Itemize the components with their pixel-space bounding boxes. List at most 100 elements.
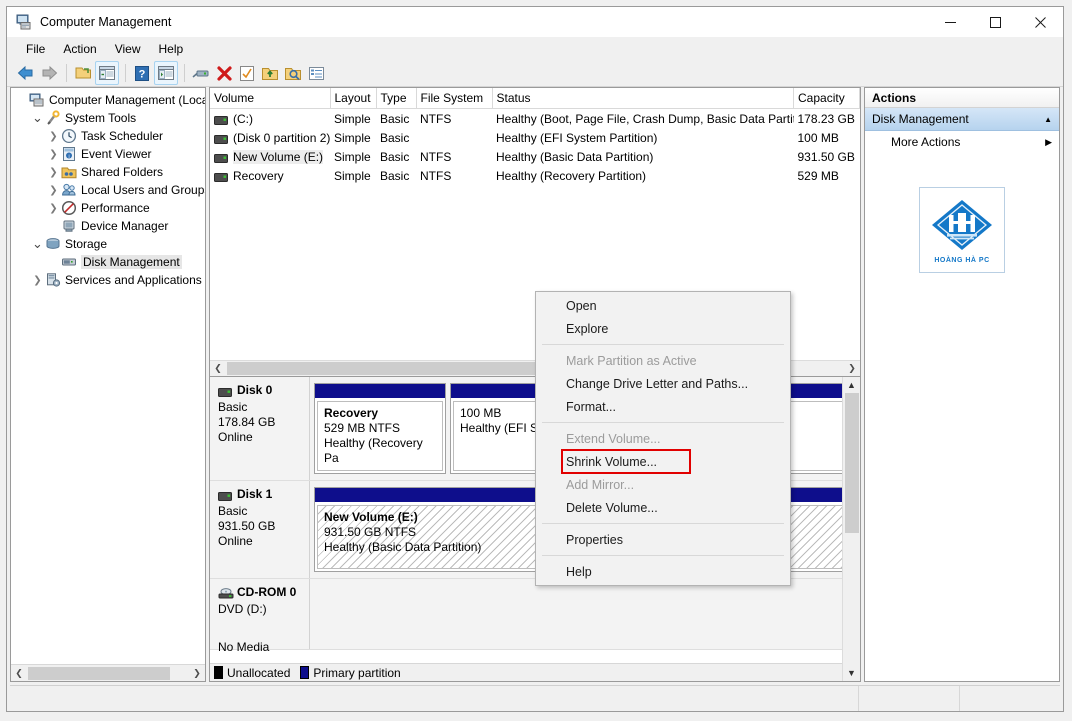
volume-row[interactable]: (C:) Simple Basic NTFS Healthy (Boot, Page F… <box>210 109 860 129</box>
forward-icon[interactable] <box>38 62 60 84</box>
actions-group-disk-management[interactable]: Disk Management ▲ <box>865 108 1059 131</box>
column-file-system[interactable]: File System <box>416 88 493 109</box>
chevron-right-icon[interactable]: ❯ <box>46 149 61 160</box>
tree-item-computer-management-local[interactable]: Computer Management (Local <box>11 91 205 109</box>
tree-scroll-left-button[interactable]: ❮ <box>11 665 27 681</box>
delete-icon[interactable] <box>213 62 235 84</box>
disk-info[interactable]: CD-ROM 0 DVD (D:) No Media <box>210 579 310 654</box>
computer-management-window: Computer Management File Action View Hel… <box>6 6 1064 712</box>
rescan-disks-icon[interactable] <box>282 62 304 84</box>
menu-item-open[interactable]: Open <box>536 294 790 317</box>
column-status[interactable]: Status <box>492 88 794 109</box>
brand-logo: HOÀNG HÀ PC <box>919 187 1005 273</box>
actions-group-label: Disk Management <box>872 112 969 126</box>
tree-scroll-thumb[interactable] <box>28 666 170 680</box>
volume-cell-name: New Volume (E:) <box>210 147 330 166</box>
chevron-down-icon[interactable]: ⌄ <box>30 111 45 124</box>
tree-scroll-right-button[interactable]: ❯ <box>189 665 205 681</box>
menu-separator <box>542 344 784 345</box>
event-viewer-icon: i <box>61 146 77 162</box>
tree-item-system-tools[interactable]: ⌄ System Tools <box>11 109 205 127</box>
chevron-right-icon[interactable]: ❯ <box>46 203 61 214</box>
graph-scroll-down-button[interactable]: ▼ <box>843 665 860 681</box>
column-type[interactable]: Type <box>376 88 417 109</box>
tree-item-disk-management[interactable]: Disk Management <box>11 253 205 271</box>
chevron-right-icon[interactable]: ❯ <box>46 131 61 142</box>
menu-item-format[interactable]: Format... <box>536 395 790 418</box>
menu-item-delete-volume[interactable]: Delete Volume... <box>536 496 790 519</box>
menu-item-explore[interactable]: Explore <box>536 317 790 340</box>
tree-item-label: Computer Management (Local <box>49 93 205 107</box>
export-list-icon[interactable] <box>259 62 281 84</box>
chevron-down-icon[interactable]: ⌄ <box>30 237 45 250</box>
back-icon[interactable] <box>15 62 37 84</box>
volume-cell-type: Basic <box>380 130 410 145</box>
tree-item-device-manager[interactable]: Device Manager <box>11 217 205 235</box>
graphical-view-vertical-scrollbar[interactable]: ▲ ▼ <box>842 377 860 681</box>
disk-info[interactable]: Disk 0 Basic 178.84 GB Online <box>210 377 310 480</box>
disk-info[interactable]: Disk 1 Basic 931.50 GB Online <box>210 481 310 578</box>
column-capacity[interactable]: Capacity <box>793 88 860 109</box>
disk-management-icon <box>61 254 77 270</box>
graph-scroll-up-button[interactable]: ▲ <box>843 377 860 393</box>
system-tools-icon <box>45 110 61 126</box>
disk-type-label: Basic <box>218 400 248 414</box>
menu-view[interactable]: View <box>106 40 150 58</box>
volume-cell-type: Basic <box>380 111 410 126</box>
computer-icon <box>29 92 45 108</box>
tree-item-services-and-applications[interactable]: ❯ Services and Applications <box>11 271 205 289</box>
chevron-right-icon[interactable]: ❯ <box>30 275 45 286</box>
console-tree[interactable]: Computer Management (Local ⌄ System Tools ❯… <box>11 88 205 664</box>
menu-item-shrink-volume[interactable]: Shrink Volume... <box>561 449 691 474</box>
list-view-icon[interactable] <box>305 62 327 84</box>
tree-horizontal-scrollbar[interactable]: ❮ ❯ <box>11 664 205 681</box>
chevron-right-icon[interactable]: ❯ <box>46 167 61 178</box>
computer-management-icon <box>16 14 32 30</box>
volume-cell-layout: Simple <box>334 111 371 126</box>
menu-item-help[interactable]: Help <box>536 560 790 583</box>
volume-context-menu[interactable]: Open Explore Mark Partition as Active Chang… <box>535 291 791 586</box>
tree-item-local-users-and-groups[interactable]: ❯ Local Users and Groups <box>11 181 205 199</box>
volume-name-label: (Disk 0 partition 2) <box>233 130 330 145</box>
list-scroll-left-button[interactable]: ❮ <box>210 361 226 376</box>
list-scroll-right-button[interactable]: ❯ <box>844 361 860 376</box>
chevron-right-icon[interactable]: ❯ <box>46 185 61 196</box>
disk-size-label: 178.84 GB <box>218 415 276 429</box>
chevron-right-icon: ▶ <box>1045 136 1052 147</box>
column-layout[interactable]: Layout <box>330 88 377 109</box>
volume-row[interactable]: Recovery Simple Basic NTFS Healthy (Recovery… <box>210 166 860 185</box>
volume-cell-name: Recovery <box>210 166 330 185</box>
minimize-button[interactable] <box>928 7 973 37</box>
volume-row[interactable]: New Volume (E:) Simple Basic NTFS Healthy (B… <box>210 147 860 166</box>
volume-row[interactable]: (Disk 0 partition 2) Simple Basic Healthy (… <box>210 128 860 147</box>
show-console-tree-icon[interactable] <box>95 61 119 85</box>
tree-item-task-scheduler[interactable]: ❯ Task Scheduler <box>11 127 205 145</box>
show-action-pane-icon[interactable] <box>154 61 178 85</box>
menu-action[interactable]: Action <box>54 40 105 58</box>
list-scroll-thumb[interactable] <box>227 362 537 375</box>
up-folder-icon[interactable] <box>72 62 94 84</box>
volume-cell-filesystem: NTFS <box>420 149 452 164</box>
maximize-button[interactable] <box>973 7 1018 37</box>
menu-file[interactable]: File <box>17 40 54 58</box>
action-more-actions[interactable]: More Actions ▶ <box>865 131 1059 153</box>
tree-item-event-viewer[interactable]: ❯ i Event Viewer <box>11 145 205 163</box>
partition-status-label: Healthy (Recovery Pa <box>324 436 423 465</box>
disk-title: CD-ROM 0 <box>218 585 309 599</box>
actions-pane: Actions Disk Management ▲ More Actions ▶ <box>864 87 1060 682</box>
properties-icon[interactable] <box>236 62 258 84</box>
tree-item-label: Services and Applications <box>65 273 202 287</box>
menu-help[interactable]: Help <box>150 40 193 58</box>
chevron-up-icon[interactable]: ▲ <box>1044 115 1052 124</box>
tree-item-shared-folders[interactable]: ❯ Shared Folders <box>11 163 205 181</box>
menu-item-properties[interactable]: Properties <box>536 528 790 551</box>
tree-item-storage[interactable]: ⌄ Storage <box>11 235 205 253</box>
graph-scroll-thumb[interactable] <box>844 393 859 533</box>
connect-icon[interactable] <box>190 62 212 84</box>
column-volume[interactable]: Volume <box>210 88 331 109</box>
partition-block[interactable]: Recovery 529 MB NTFS Healthy (Recovery Pa <box>314 383 446 474</box>
menu-item-change-drive-letter-and-paths[interactable]: Change Drive Letter and Paths... <box>536 372 790 395</box>
tree-item-performance[interactable]: ❯ Performance <box>11 199 205 217</box>
close-button[interactable] <box>1018 7 1063 37</box>
help-icon[interactable]: ? <box>131 62 153 84</box>
